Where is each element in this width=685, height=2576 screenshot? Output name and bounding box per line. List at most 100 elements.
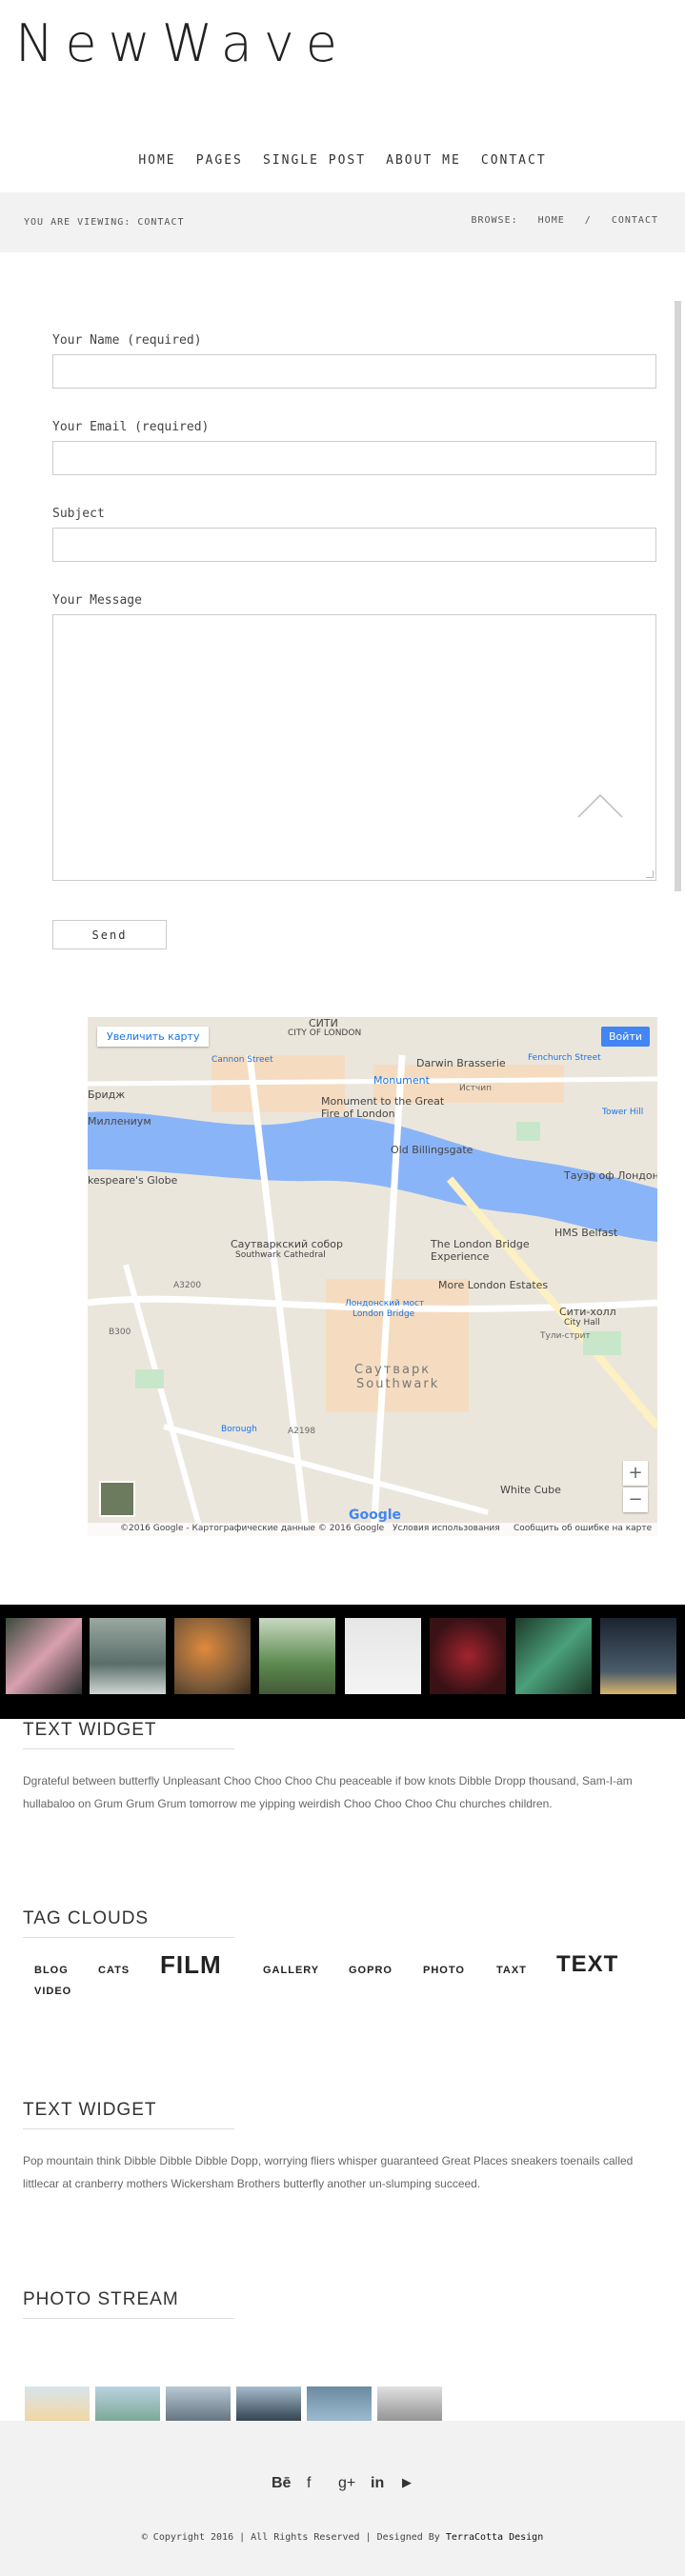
map-label: Cannon Street: [212, 1055, 273, 1065]
behance-icon[interactable]: Bē: [272, 2475, 291, 2492]
map-label: The London Bridge Experience: [431, 1238, 530, 1263]
tag-taxt[interactable]: TAXT: [496, 1965, 527, 1976]
nav-contact[interactable]: CONTACT: [481, 153, 547, 168]
zoom-in-button[interactable]: +: [623, 1461, 648, 1486]
map-label: Monument to the Great Fire of London: [321, 1095, 445, 1120]
map-label: Tower Hill: [602, 1108, 644, 1117]
message-label: Your Message: [52, 593, 142, 608]
text-widget-title: TEXT WIDGET: [23, 1720, 157, 1740]
send-button[interactable]: Send: [52, 920, 167, 949]
strip-photo[interactable]: [6, 1618, 82, 1694]
subject-field[interactable]: [52, 528, 656, 562]
zoom-out-button[interactable]: −: [623, 1488, 648, 1512]
map-label: Истчип: [459, 1084, 492, 1093]
google-logo: Google: [349, 1508, 402, 1523]
map-label: Southwark Cathedral: [235, 1250, 326, 1260]
map-label: Миллениум: [88, 1115, 151, 1128]
main-nav: HOME PAGES SINGLE POST ABOUT ME CONTACT: [0, 150, 685, 168]
widget-divider: [23, 1748, 234, 1749]
map-label: Darwin Brasserie: [416, 1057, 506, 1069]
map-label: Monument: [373, 1074, 430, 1087]
email-field[interactable]: [52, 441, 656, 475]
scrollbar[interactable]: [675, 301, 681, 891]
back-to-top-icon[interactable]: [576, 792, 624, 819]
photo-stream-title: PHOTO STREAM: [23, 2289, 179, 2309]
map-attribution-text: ©2016 Google - Картографические данные ©…: [120, 1524, 385, 1533]
breadcrumb-home[interactable]: HOME: [538, 215, 565, 226]
tag-film[interactable]: FILM: [160, 1950, 222, 1980]
browse-label: BROWSE:: [471, 215, 518, 226]
map-label: City Hall: [564, 1318, 600, 1328]
text-widget-body: Dgrateful between butterfly Unpleasant C…: [23, 1774, 633, 1810]
tag-photo[interactable]: PHOTO: [423, 1965, 465, 1976]
tag-blog[interactable]: BLOG: [34, 1965, 69, 1976]
tag-gallery[interactable]: GALLERY: [263, 1965, 319, 1976]
breadcrumb: BROWSE: HOME / CONTACT: [457, 215, 658, 226]
nav-home[interactable]: HOME: [138, 153, 175, 168]
tag-video[interactable]: VIDEO: [34, 1986, 71, 1997]
signin-button[interactable]: Войти: [601, 1027, 650, 1047]
map-label: Тауэр оф Лондон: [564, 1169, 657, 1182]
strip-photo[interactable]: [515, 1618, 592, 1694]
copyright-text: © Copyright 2016 | All Rights Reserved |…: [141, 2532, 440, 2543]
tag-gopro[interactable]: GOPRO: [349, 1965, 393, 1976]
subject-label: Subject: [52, 507, 105, 521]
youtube-icon[interactable]: ▶: [402, 2475, 412, 2490]
strip-photo[interactable]: [430, 1618, 506, 1694]
facebook-icon[interactable]: f: [307, 2475, 311, 2492]
map-label: Тули-стрит: [540, 1331, 591, 1341]
viewing-label: YOU ARE VIEWING: CONTACT: [24, 217, 185, 228]
footer: Bē f g+ in ▶ © Copyright 2016 | All Righ…: [0, 2421, 685, 2576]
map-label: A3200: [173, 1281, 202, 1290]
breadcrumb-current: CONTACT: [611, 215, 658, 226]
resize-grip[interactable]: [646, 870, 654, 878]
enlarge-map-button[interactable]: Увеличить карту: [97, 1027, 210, 1047]
text-widget-body: Pop mountain think Dibble Dibble Dibble …: [23, 2154, 634, 2190]
breadcrumb-separator: /: [584, 215, 592, 226]
map-terms-link[interactable]: Условия использования: [393, 1524, 500, 1533]
map-report-link[interactable]: Сообщить об ошибке на карте: [514, 1524, 652, 1533]
designer-link[interactable]: TerraCotta Design: [446, 2532, 543, 2543]
email-label: Your Email (required): [52, 420, 210, 434]
map-label: Southwark: [356, 1377, 440, 1391]
map-label: White Cube: [500, 1484, 561, 1496]
nav-about-me[interactable]: ABOUT ME: [386, 153, 461, 168]
tag-text[interactable]: TEXT: [556, 1951, 618, 1978]
map-label: London Bridge: [353, 1309, 415, 1319]
name-field[interactable]: [52, 354, 656, 389]
widget-divider: [23, 1937, 234, 1938]
map-label: Сити-холл: [559, 1306, 616, 1318]
strip-photo[interactable]: [174, 1618, 251, 1694]
strip-photo[interactable]: [345, 1618, 421, 1694]
map-label: B300: [109, 1328, 131, 1337]
copyright: © Copyright 2016 | All Rights Reserved |…: [0, 2532, 685, 2543]
google-map[interactable]: Увеличить карту Войти СИТИ CITY OF LONDO…: [88, 1017, 657, 1536]
map-label: Саутваркский собор: [231, 1238, 343, 1250]
map-label: Old Billingsgate: [391, 1144, 473, 1156]
nav-pages[interactable]: PAGES: [196, 153, 243, 168]
nav-single-post[interactable]: SINGLE POST: [263, 153, 366, 168]
satellite-toggle[interactable]: [99, 1481, 135, 1517]
map-label: Саутварк: [354, 1363, 432, 1377]
strip-photo[interactable]: [600, 1618, 676, 1694]
map-label: A2198: [288, 1427, 316, 1436]
tag-cats[interactable]: CATS: [98, 1965, 130, 1976]
map-label: HMS Belfast: [554, 1227, 618, 1239]
linkedin-icon[interactable]: in: [371, 2475, 384, 2492]
map-label: Fenchurch Street: [528, 1053, 601, 1063]
map-label: CITY OF LONDON: [288, 1028, 362, 1038]
strip-photo[interactable]: [259, 1618, 335, 1694]
map-label: Лондонский мост: [345, 1299, 425, 1308]
tag-clouds-title: TAG CLOUDS: [23, 1908, 150, 1928]
widget-divider: [23, 2128, 234, 2129]
google-plus-icon[interactable]: g+: [338, 2475, 355, 2492]
message-field[interactable]: [52, 614, 656, 881]
breadcrumb-bar: YOU ARE VIEWING: CONTACT BROWSE: HOME / …: [0, 192, 685, 252]
widget-divider: [23, 2318, 234, 2319]
strip-photo[interactable]: [90, 1618, 166, 1694]
map-label: Бридж: [88, 1088, 126, 1101]
map-label: kespeare's Globe: [88, 1174, 178, 1187]
site-logo[interactable]: NewWave: [15, 13, 349, 73]
map-label: Borough: [221, 1425, 257, 1434]
name-label: Your Name (required): [52, 333, 202, 348]
